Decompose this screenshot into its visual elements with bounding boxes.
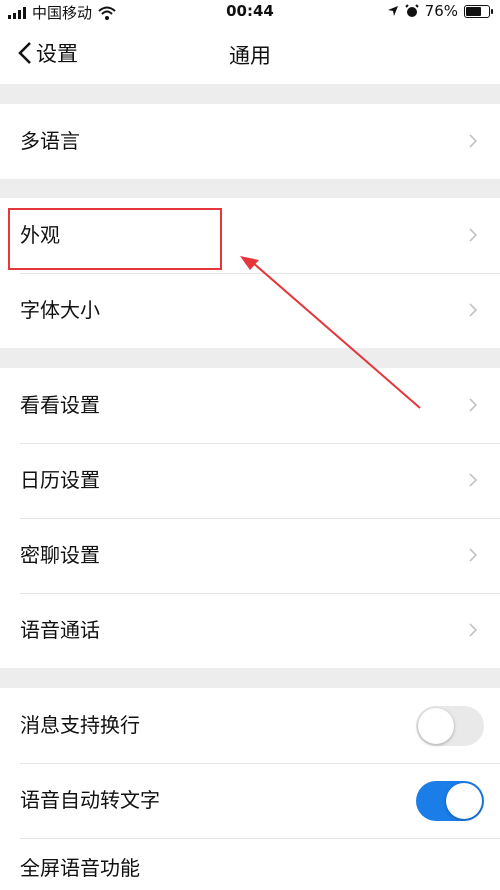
toggle-knob xyxy=(418,708,454,744)
row-label: 多语言 xyxy=(20,129,80,153)
chevron-right-icon xyxy=(469,398,478,412)
battery-fill xyxy=(466,6,481,16)
voice-to-text-toggle[interactable] xyxy=(416,781,484,821)
annotation-highlight-box xyxy=(8,208,222,270)
location-icon xyxy=(387,6,398,16)
battery-percent: 76% xyxy=(424,2,458,20)
settings-group-1: 多语言 xyxy=(0,104,500,179)
chevron-right-icon xyxy=(469,548,478,562)
row-fullscreen-voice[interactable]: 全屏语音功能 xyxy=(0,838,500,890)
row-voice-to-text: 语音自动转文字 xyxy=(0,763,500,838)
row-label: 字体大小 xyxy=(20,298,100,322)
chevron-right-icon xyxy=(469,228,478,242)
row-message-line-break: 消息支持换行 xyxy=(0,688,500,763)
alarm-icon xyxy=(404,4,419,17)
row-label: 全屏语音功能 xyxy=(20,856,140,880)
row-look-settings[interactable]: 看看设置 xyxy=(0,368,500,443)
chevron-right-icon xyxy=(469,134,478,148)
row-multilanguage[interactable]: 多语言 xyxy=(0,104,500,179)
nav-bar: 设置 通用 xyxy=(0,24,500,84)
settings-group-3: 看看设置 日历设置 密聊设置 语音通话 xyxy=(0,368,500,668)
row-label: 密聊设置 xyxy=(20,543,100,567)
row-font-size[interactable]: 字体大小 xyxy=(0,273,500,348)
row-voice-call[interactable]: 语音通话 xyxy=(0,593,500,668)
status-right: 76% xyxy=(387,2,493,20)
line-break-toggle[interactable] xyxy=(416,706,484,746)
chevron-right-icon xyxy=(469,473,478,487)
toggle-knob xyxy=(446,783,482,819)
row-label: 语音自动转文字 xyxy=(20,788,160,812)
row-calendar-settings[interactable]: 日历设置 xyxy=(0,443,500,518)
row-label: 语音通话 xyxy=(20,618,100,642)
status-bar: 中国移动 00:44 76% xyxy=(0,0,500,24)
row-secret-chat-settings[interactable]: 密聊设置 xyxy=(0,518,500,593)
chevron-right-icon xyxy=(469,303,478,317)
row-label: 日历设置 xyxy=(20,468,100,492)
row-label: 看看设置 xyxy=(20,393,100,417)
chevron-right-icon xyxy=(469,623,478,637)
page-title: 通用 xyxy=(229,44,271,68)
settings-group-4: 消息支持换行 语音自动转文字 全屏语音功能 xyxy=(0,688,500,890)
battery-icon xyxy=(464,4,493,18)
row-label: 消息支持换行 xyxy=(20,713,140,737)
